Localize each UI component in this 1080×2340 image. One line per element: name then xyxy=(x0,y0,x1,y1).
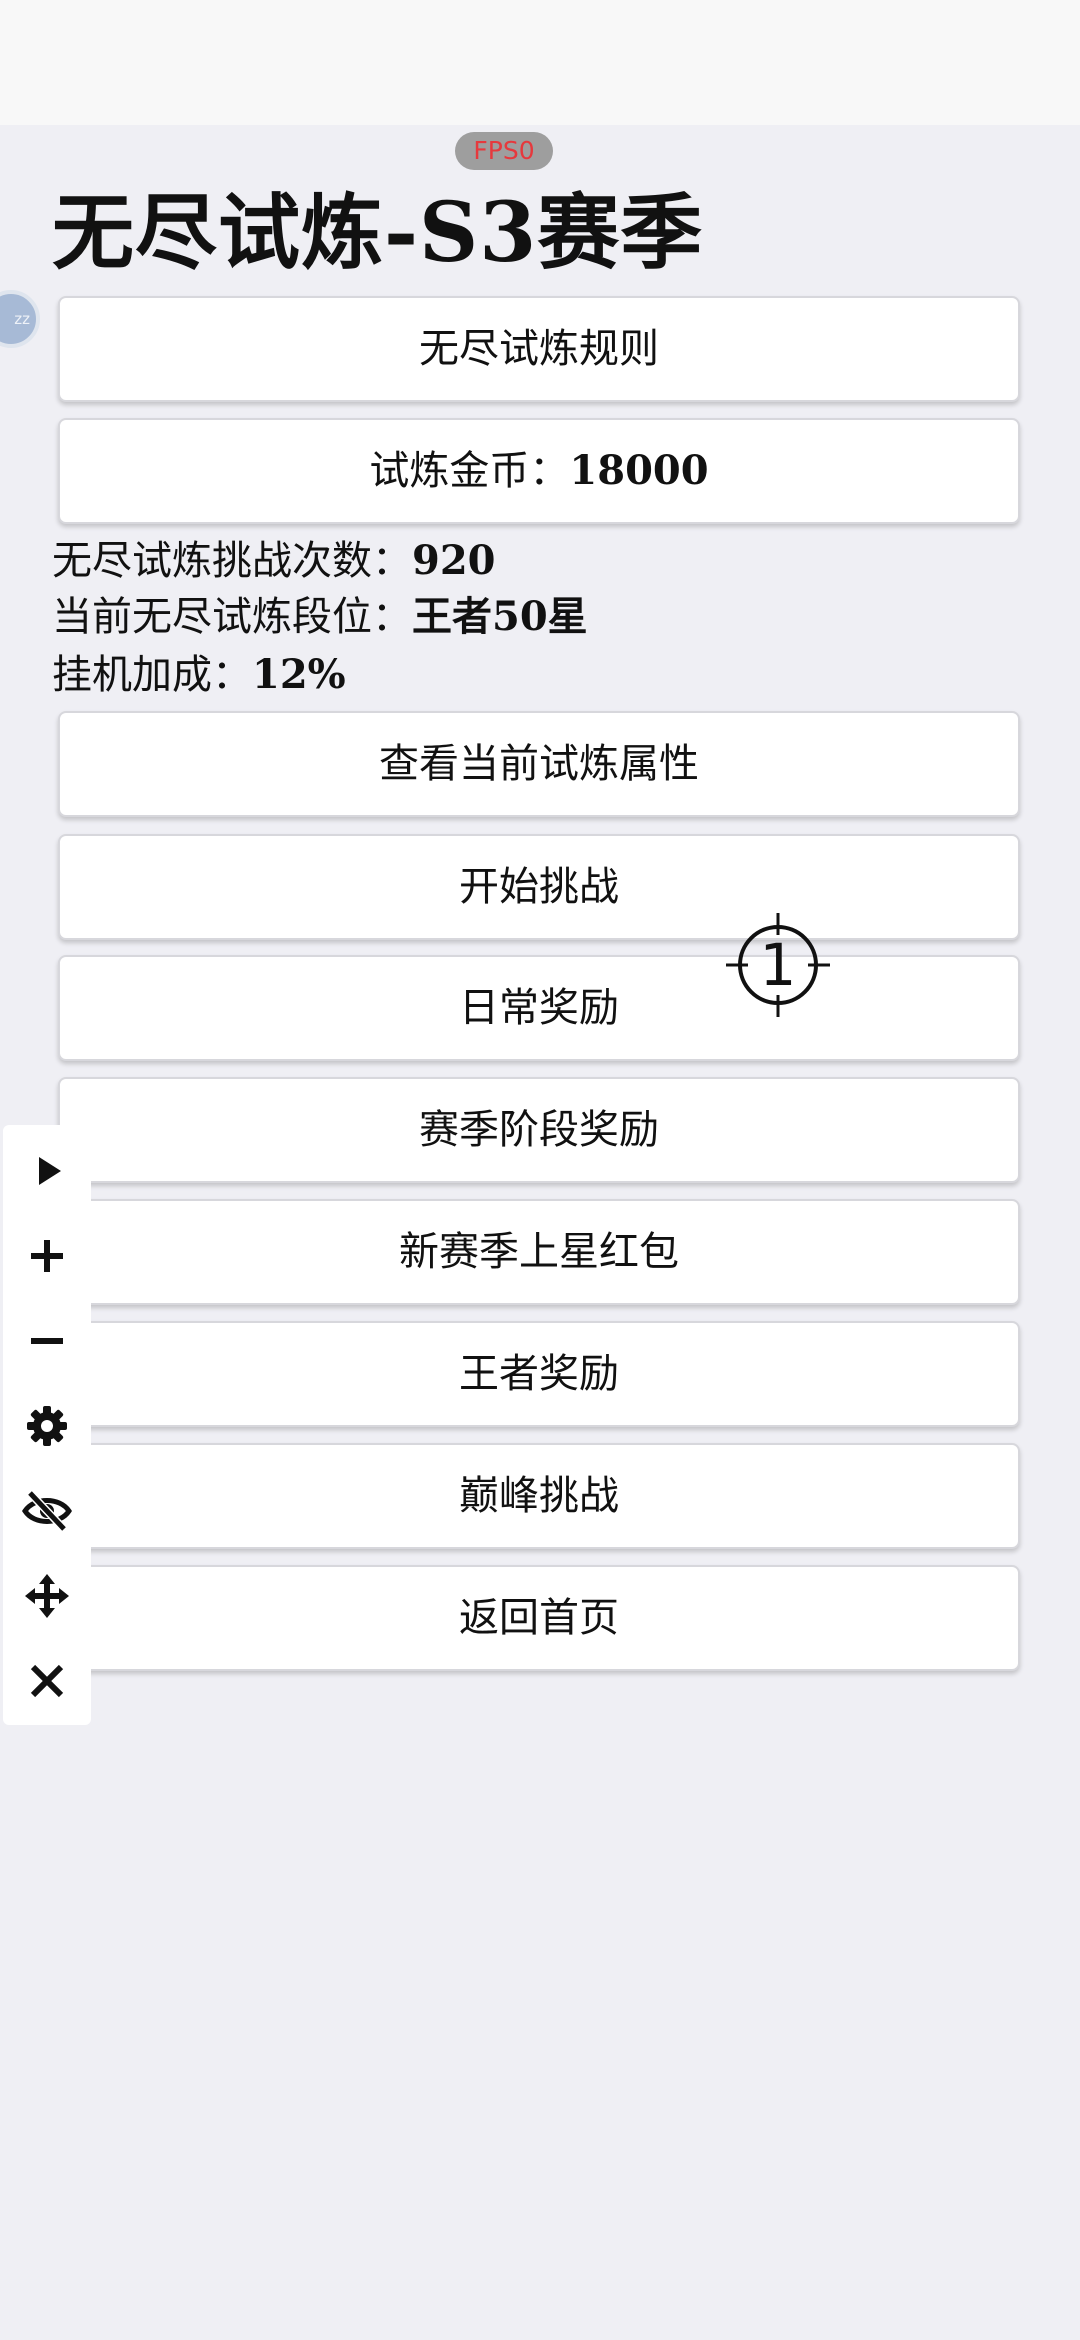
stat-label: 当前无尽试炼段位： xyxy=(52,594,412,640)
move-icon[interactable] xyxy=(17,1566,77,1626)
plus-icon[interactable] xyxy=(17,1226,77,1286)
stat-current-rank: 当前无尽试炼段位：王者50星 xyxy=(52,589,588,645)
close-icon[interactable] xyxy=(17,1651,77,1711)
back-home-button[interactable]: 返回首页 xyxy=(58,1565,1020,1671)
crosshair-marker[interactable]: 1 xyxy=(726,913,830,1017)
daily-reward-label: 日常奖励 xyxy=(459,985,619,1031)
coins-label: 试炼金币： xyxy=(369,448,570,494)
minus-icon[interactable] xyxy=(17,1311,77,1371)
rules-button-label: 无尽试炼规则 xyxy=(419,326,659,372)
peak-challenge-button[interactable]: 巅峰挑战 xyxy=(58,1443,1020,1549)
eye-off-icon[interactable] xyxy=(17,1481,77,1541)
stat-label: 挂机加成： xyxy=(52,652,252,698)
stat-value: 920 xyxy=(412,537,496,584)
daily-reward-button[interactable]: 日常奖励 xyxy=(58,955,1020,1061)
stat-value: 12% xyxy=(252,651,346,698)
stat-label: 无尽试炼挑战次数： xyxy=(52,538,412,584)
peak-challenge-label: 巅峰挑战 xyxy=(459,1473,619,1519)
coins-value: 18000 xyxy=(569,447,709,494)
rules-button[interactable]: 无尽试炼规则 xyxy=(58,296,1020,402)
crosshair-label: 1 xyxy=(759,931,797,999)
season-stage-reward-label: 赛季阶段奖励 xyxy=(419,1107,659,1153)
view-attributes-button[interactable]: 查看当前试炼属性 xyxy=(58,711,1020,817)
start-challenge-button[interactable]: 开始挑战 xyxy=(58,834,1020,940)
season-stage-reward-button[interactable]: 赛季阶段奖励 xyxy=(58,1077,1020,1183)
stat-value: 王者50星 xyxy=(412,593,588,640)
king-reward-button[interactable]: 王者奖励 xyxy=(58,1321,1020,1427)
new-season-red-packet-button[interactable]: 新赛季上星红包 xyxy=(58,1199,1020,1305)
view-attributes-label: 查看当前试炼属性 xyxy=(379,741,699,787)
king-reward-label: 王者奖励 xyxy=(459,1351,619,1397)
start-challenge-label: 开始挑战 xyxy=(459,864,619,910)
stat-challenge-count: 无尽试炼挑战次数：920 xyxy=(52,533,496,589)
floating-avatar[interactable]: zz xyxy=(0,290,40,348)
fps-indicator: FPS0 xyxy=(455,132,553,170)
avatar-text: zz xyxy=(14,310,30,328)
floating-toolbar xyxy=(3,1125,91,1725)
new-season-red-packet-label: 新赛季上星红包 xyxy=(399,1229,679,1275)
coins-button[interactable]: 试炼金币：18000 xyxy=(58,418,1020,524)
status-bar xyxy=(0,0,1080,125)
play-icon[interactable] xyxy=(17,1141,77,1201)
page-title: 无尽试炼-S3赛季 xyxy=(52,185,704,281)
back-home-label: 返回首页 xyxy=(459,1595,619,1641)
stat-idle-bonus: 挂机加成：12% xyxy=(52,647,346,703)
gear-icon[interactable] xyxy=(17,1396,77,1456)
